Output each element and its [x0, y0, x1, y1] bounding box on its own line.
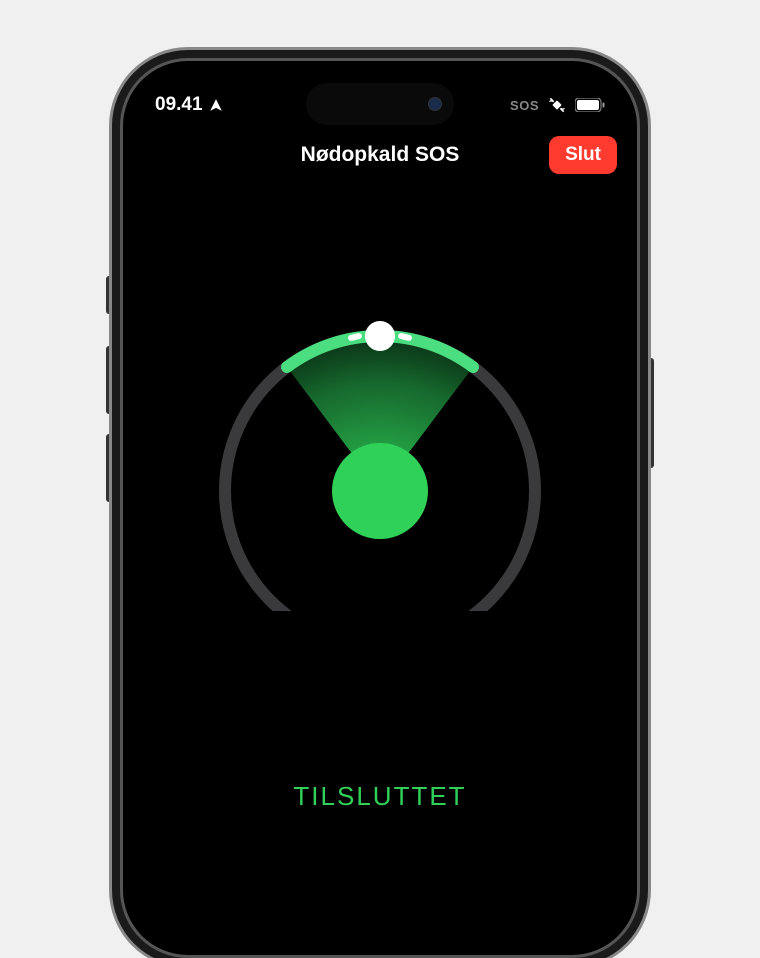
mute-switch [106, 276, 112, 314]
center-indicator [332, 443, 428, 539]
header: Nødopkald SOS Slut [123, 143, 637, 167]
status-time: 09.41 [155, 94, 203, 116]
satellite-position-dot [365, 321, 395, 351]
volume-up-button [106, 346, 112, 414]
end-call-button[interactable]: Slut [549, 136, 617, 174]
battery-icon [575, 98, 605, 112]
satellite-targeting [210, 271, 550, 611]
camera-lens [428, 97, 442, 111]
dynamic-island [306, 83, 454, 125]
connection-status: TILSLUTTET [123, 781, 637, 812]
location-icon [209, 98, 223, 112]
phone-body: 09.41 SOS [120, 58, 640, 958]
status-bar-right: SOS [510, 95, 605, 115]
satellite-icon [547, 95, 567, 115]
targeting-visual [210, 271, 550, 611]
status-bar-left: 09.41 [155, 94, 223, 116]
phone-frame: 09.41 SOS [120, 58, 640, 958]
power-button [648, 358, 654, 468]
page-title: Nødopkald SOS [301, 143, 460, 167]
volume-down-button [106, 434, 112, 502]
sos-indicator: SOS [510, 98, 539, 113]
